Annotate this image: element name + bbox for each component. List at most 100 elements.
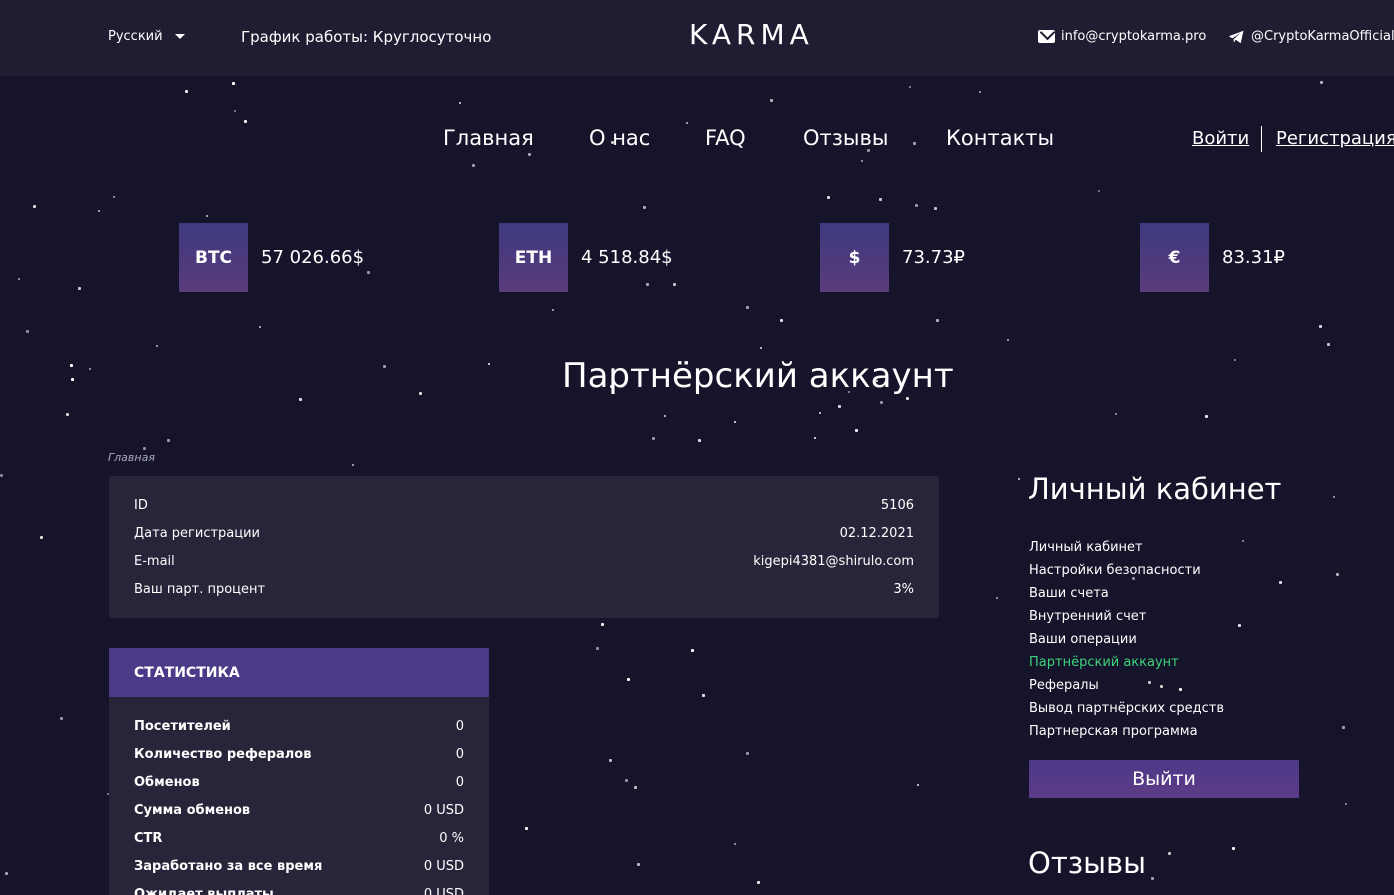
- nav-about[interactable]: О нас: [589, 126, 650, 150]
- rate-value-usd: 73.73₽: [902, 247, 965, 268]
- nav-home[interactable]: Главная: [443, 126, 534, 150]
- star-dot: [627, 678, 630, 681]
- star-dot: [98, 210, 100, 212]
- star-dot: [1345, 803, 1347, 805]
- sidebar-item-internal-account[interactable]: Внутренний счет: [1029, 608, 1224, 631]
- telegram-text: @CryptoKarmaOfficial: [1251, 29, 1394, 44]
- stat-value: 0 USD: [423, 859, 464, 874]
- star-dot: [855, 429, 858, 432]
- nav-reviews[interactable]: Отзывы: [803, 126, 888, 150]
- star-dot: [552, 309, 554, 311]
- star-dot: [18, 278, 20, 280]
- star-dot: [232, 82, 235, 85]
- star-dot: [686, 122, 688, 124]
- star-dot: [646, 283, 649, 286]
- star-dot: [299, 398, 302, 401]
- star-dot: [915, 204, 918, 207]
- stat-value: 0 USD: [423, 803, 464, 818]
- mail-icon: [1038, 30, 1055, 43]
- stat-value: 0 %: [439, 831, 464, 846]
- star-dot: [156, 345, 158, 347]
- info-row-registration-date: Дата регистрации 02.12.2021: [134, 526, 914, 541]
- star-dot: [770, 99, 773, 102]
- star-dot: [917, 784, 919, 786]
- breadcrumb[interactable]: Главная: [108, 451, 155, 464]
- sidebar-item-referrals[interactable]: Рефералы: [1029, 677, 1224, 700]
- star-dot: [1242, 540, 1244, 542]
- star-dot: [643, 206, 646, 209]
- star-dot: [185, 90, 188, 93]
- sidebar-item-operations[interactable]: Ваши операции: [1029, 631, 1224, 654]
- site-logo[interactable]: KARMA: [689, 18, 814, 51]
- info-value: 02.12.2021: [839, 526, 914, 541]
- chevron-down-icon: [174, 34, 185, 39]
- sidebar-item-partner-withdrawal[interactable]: Вывод партнёрских средств: [1029, 700, 1224, 723]
- star-dot: [1115, 413, 1117, 415]
- working-hours: График работы: Круглосуточно: [241, 28, 492, 46]
- star-dot: [906, 397, 909, 400]
- stat-row: Ожидает выплаты 0 USD: [134, 887, 464, 895]
- star-dot: [934, 207, 937, 210]
- star-dot: [1007, 339, 1009, 341]
- star-dot: [691, 649, 694, 652]
- rate-value-btc: 57 026.66$: [261, 247, 365, 268]
- email-text: info@cryptokarma.pro: [1061, 29, 1207, 44]
- language-selector[interactable]: Русский: [108, 29, 185, 44]
- stat-label: Обменов: [134, 775, 200, 790]
- sidebar-item-security[interactable]: Настройки безопасности: [1029, 562, 1224, 585]
- stat-label: CTR: [134, 831, 163, 846]
- star-dot: [1320, 81, 1323, 84]
- star-dot: [819, 412, 821, 414]
- email-contact[interactable]: info@cryptokarma.pro: [1038, 29, 1206, 44]
- star-dot: [936, 319, 939, 322]
- sidebar-item-accounts[interactable]: Ваши счета: [1029, 585, 1224, 608]
- stat-label: Ожидает выплаты: [134, 887, 274, 895]
- stat-value: 0 USD: [423, 887, 464, 895]
- stat-row: CTR 0 %: [134, 831, 464, 846]
- sidebar-menu: Личный кабинет Настройки безопасности Ва…: [1029, 539, 1224, 746]
- language-label: Русский: [108, 29, 163, 44]
- rate-value-eur: 83.31₽: [1222, 247, 1285, 268]
- star-dot: [26, 330, 29, 333]
- register-link[interactable]: Регистрация: [1276, 128, 1394, 149]
- star-dot: [0, 474, 3, 477]
- stat-label: Заработано за все время: [134, 859, 323, 874]
- star-dot: [352, 464, 354, 466]
- star-dot: [1232, 847, 1235, 850]
- star-dot: [1319, 325, 1322, 328]
- star-dot: [113, 196, 115, 198]
- star-dot: [143, 447, 146, 450]
- login-link[interactable]: Войти: [1192, 128, 1249, 149]
- info-value: 5106: [880, 498, 914, 513]
- page-title: Партнёрский аккаунт: [562, 356, 954, 396]
- rate-badge-eur: €: [1140, 223, 1209, 292]
- nav-contacts[interactable]: Контакты: [946, 126, 1054, 150]
- stat-value: 0: [455, 747, 464, 762]
- star-dot: [60, 717, 63, 720]
- stat-label: Сумма обменов: [134, 803, 251, 818]
- star-dot: [1342, 726, 1345, 729]
- sidebar-item-partner-account[interactable]: Партнёрский аккаунт: [1029, 654, 1224, 677]
- info-label: Дата регистрации: [134, 526, 261, 541]
- stat-row: Сумма обменов 0 USD: [134, 803, 464, 818]
- logout-button[interactable]: Выйти: [1029, 760, 1299, 798]
- star-dot: [525, 827, 528, 830]
- star-dot: [5, 872, 8, 875]
- statistics-header: СТАТИСТИКА: [109, 648, 489, 697]
- statistics-card: СТАТИСТИКА Посетителей 0 Количество рефе…: [109, 648, 489, 895]
- sidebar-item-dashboard[interactable]: Личный кабинет: [1029, 539, 1224, 562]
- reviews-title: Отзывы: [1028, 846, 1147, 880]
- stat-row: Обменов 0: [134, 775, 464, 790]
- nav-faq[interactable]: FAQ: [705, 126, 746, 150]
- star-dot: [996, 597, 998, 599]
- star-dot: [1205, 415, 1208, 418]
- star-dot: [259, 326, 261, 328]
- telegram-contact[interactable]: @CryptoKarmaOfficial: [1228, 29, 1394, 44]
- sidebar-item-partner-program[interactable]: Партнерская программа: [1029, 723, 1224, 746]
- top-bar: Русский График работы: Круглосуточно KAR…: [0, 0, 1394, 76]
- info-row-email: E-mail kigepi4381@shirulo.com: [134, 554, 914, 569]
- star-dot: [634, 786, 637, 789]
- star-dot: [625, 779, 628, 782]
- star-dot: [673, 283, 676, 286]
- main-nav: Главная О нас FAQ Отзывы Контакты: [0, 126, 1394, 156]
